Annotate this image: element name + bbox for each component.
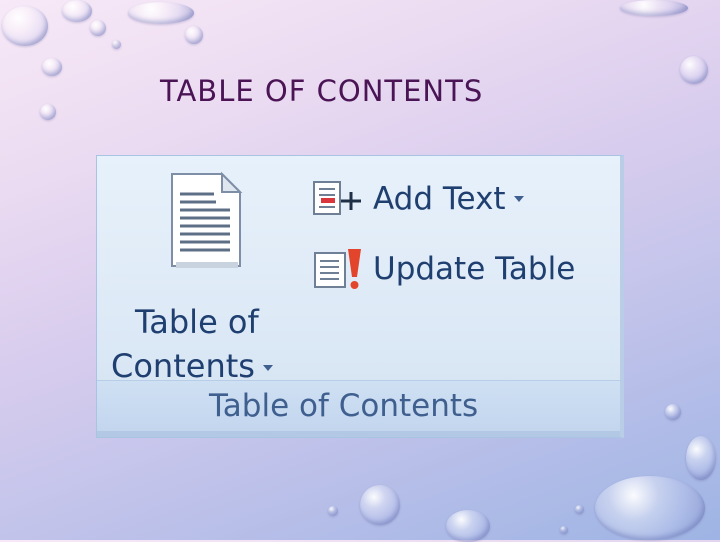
water-droplet (620, 0, 688, 16)
add-text-label: Add Text (373, 181, 506, 217)
add-text-icon (313, 181, 361, 215)
water-droplet (40, 104, 56, 120)
water-droplet (360, 485, 400, 525)
water-droplet (686, 436, 716, 480)
water-droplet (560, 526, 568, 534)
update-table-icon (314, 249, 361, 289)
add-text-button[interactable]: Add Text (311, 176, 524, 222)
water-droplet (62, 0, 92, 22)
water-droplet (42, 58, 62, 76)
water-droplet (680, 56, 708, 84)
water-droplet (185, 26, 203, 44)
water-droplet (128, 2, 194, 24)
water-droplet (90, 20, 106, 36)
water-droplet (595, 476, 705, 540)
ribbon-divider (97, 431, 620, 437)
update-table-button[interactable]: Update Table (311, 246, 575, 292)
water-droplet (2, 6, 48, 46)
water-droplet (328, 506, 338, 516)
chevron-down-icon (513, 196, 524, 202)
document-icon (171, 171, 243, 268)
ribbon-group-footer: Table of Contents (97, 380, 620, 431)
chevron-down-icon (262, 365, 273, 371)
table-of-contents-button[interactable]: Table of Contents (109, 170, 304, 385)
water-droplet (665, 404, 681, 420)
ribbon-group-table-of-contents: Table of Contents Add Text Update Table … (96, 155, 624, 438)
water-droplet (446, 510, 490, 542)
water-droplet (575, 505, 584, 514)
table-of-contents-label: Table of Contents (109, 300, 304, 388)
update-table-label: Update Table (373, 251, 576, 287)
slide-title: TABLE OF CONTENTS (160, 74, 484, 108)
toc-label-line1: Table of (135, 303, 259, 341)
ribbon-group-label: Table of Contents (209, 388, 479, 424)
water-droplet (112, 40, 121, 49)
